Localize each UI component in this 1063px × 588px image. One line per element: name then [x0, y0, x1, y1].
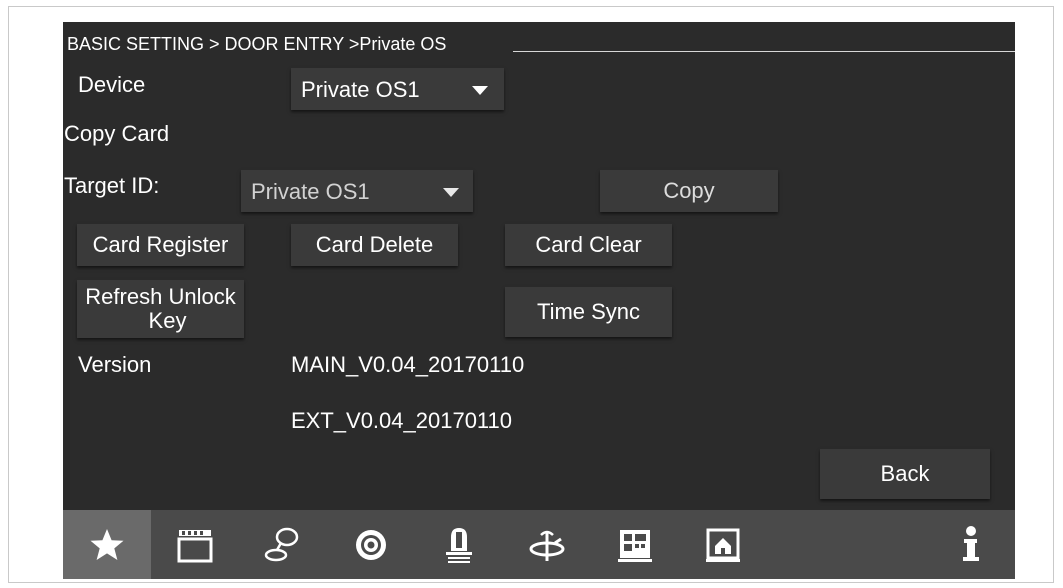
nav-alarm[interactable] [415, 510, 503, 579]
card-delete-button[interactable]: Card Delete [291, 224, 458, 266]
home-icon [706, 528, 740, 562]
satellite-dish-icon [529, 530, 565, 561]
version-main: MAIN_V0.04_20170110 [291, 352, 525, 377]
breadcrumb-divider [513, 51, 1015, 52]
device-label: Device [78, 72, 146, 97]
nav-media[interactable] [151, 510, 239, 579]
target-id-dropdown-value: Private OS1 [251, 179, 370, 204]
settings-screen: BASIC SETTING > DOOR ENTRY >Private OS D… [63, 22, 1015, 579]
refresh-unlock-key-label-line2: Key [148, 308, 187, 333]
copy-button[interactable]: Copy [600, 170, 778, 212]
clapperboard-icon [177, 529, 213, 562]
copy-card-label: Copy Card [64, 121, 170, 146]
nav-messages[interactable] [239, 510, 327, 579]
nav-camera[interactable] [327, 510, 415, 579]
breadcrumb: BASIC SETTING > DOOR ENTRY >Private OS [67, 34, 447, 54]
nav-info[interactable] [927, 510, 1015, 579]
refresh-unlock-key-button[interactable]: Refresh Unlock Key [77, 280, 244, 338]
refresh-unlock-key-label-line1: Refresh Unlock [85, 284, 236, 309]
device-dropdown-value: Private OS1 [301, 77, 420, 102]
target-id-dropdown[interactable]: Private OS1 [241, 170, 473, 212]
camera-lens-icon [356, 529, 386, 560]
star-icon [90, 528, 124, 560]
bottom-nav-bar [63, 510, 1015, 579]
back-button[interactable]: Back [820, 449, 990, 499]
version-label: Version [78, 352, 152, 377]
nav-favorites[interactable] [63, 510, 151, 579]
chevron-down-icon [472, 86, 488, 95]
bell-icon [446, 527, 472, 563]
info-icon [963, 525, 979, 561]
version-ext: EXT_V0.04_20170110 [291, 408, 512, 433]
chevron-down-icon [443, 188, 459, 197]
nav-home[interactable] [679, 510, 767, 579]
target-id-label: Target ID: [64, 173, 160, 198]
time-sync-button[interactable]: Time Sync [505, 287, 672, 337]
nav-building[interactable] [591, 510, 679, 579]
card-register-button[interactable]: Card Register [77, 224, 244, 266]
card-clear-button[interactable]: Card Clear [505, 224, 672, 266]
nav-network[interactable] [503, 510, 591, 579]
chat-bubble-icon [264, 527, 299, 561]
building-icon [618, 529, 652, 562]
device-dropdown[interactable]: Private OS1 [291, 68, 504, 110]
